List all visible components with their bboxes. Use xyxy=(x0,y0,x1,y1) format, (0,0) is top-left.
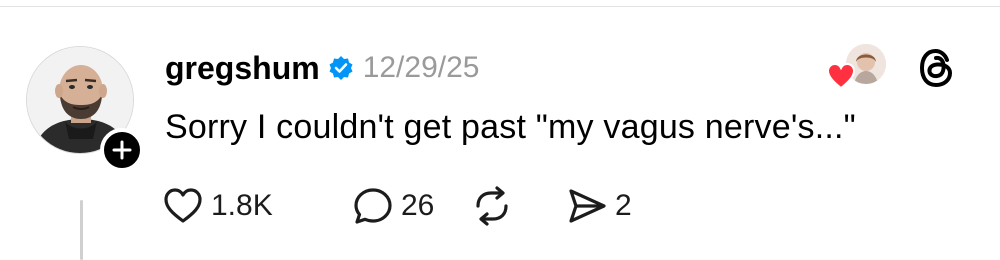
post-body-text: Sorry I couldn't get past "my vagus nerv… xyxy=(165,108,856,146)
red-heart-icon xyxy=(826,62,856,90)
threads-logo-icon[interactable] xyxy=(918,48,956,88)
post-actions-bar: 1.8K 26 2 xyxy=(163,184,657,228)
verified-badge-icon xyxy=(329,56,353,80)
comment-count: 26 xyxy=(401,189,435,222)
like-count: 1.8K xyxy=(211,189,273,222)
share-count: 2 xyxy=(615,189,632,222)
send-paper-plane-icon xyxy=(569,189,606,223)
repost-arrows-icon xyxy=(476,186,508,226)
speech-bubble-icon xyxy=(354,188,392,224)
plus-icon xyxy=(112,140,132,160)
repost-button[interactable] xyxy=(471,186,567,226)
follow-button[interactable] xyxy=(100,128,144,172)
author-username[interactable]: gregshum xyxy=(165,50,320,87)
share-button[interactable]: 2 xyxy=(567,187,657,225)
thread-connector-line xyxy=(80,200,83,260)
post-header: gregshum 12/29/25 xyxy=(165,48,479,88)
like-button[interactable]: 1.8K xyxy=(163,187,313,225)
author-avatar-group xyxy=(26,46,144,172)
top-divider xyxy=(0,6,1000,7)
post-timestamp: 12/29/25 xyxy=(362,51,480,84)
author-reaction-indicator xyxy=(826,44,890,92)
heart-outline-icon xyxy=(164,188,202,223)
